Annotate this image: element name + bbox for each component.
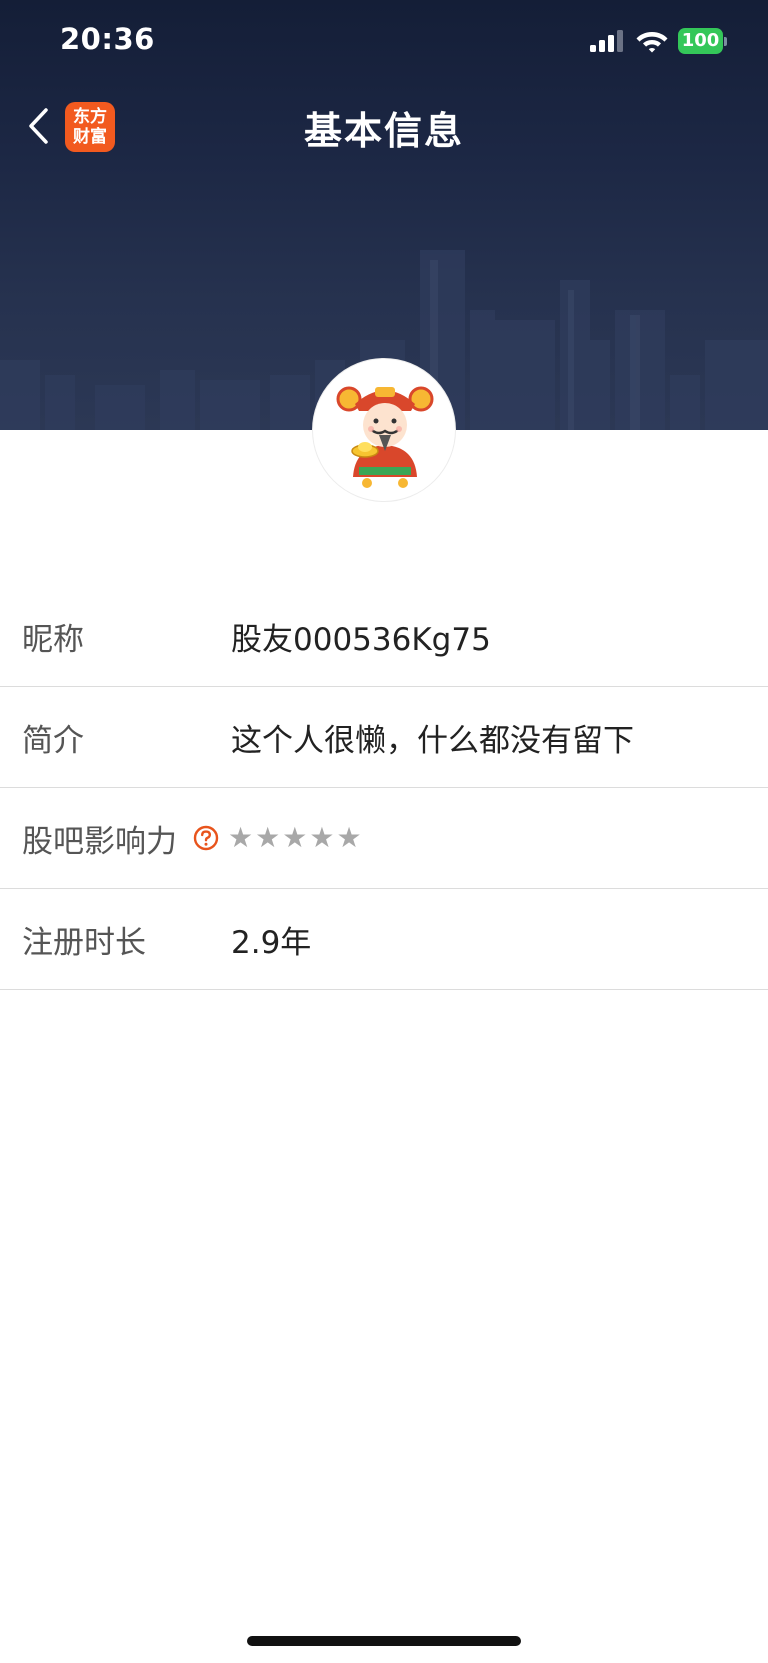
cellular-signal-icon — [590, 30, 623, 52]
status-bar: 20:36 100 — [0, 0, 768, 84]
registration-value: 2.9年 — [231, 924, 312, 961]
navigation-bar: 东方 财富 基本信息 — [0, 92, 768, 158]
info-row-influence: 股吧影响力 ★ ★ ★ ★ ★ — [0, 788, 768, 889]
influence-rating: ★ ★ ★ ★ ★ — [228, 823, 362, 853]
rating-star: ★ — [282, 821, 308, 854]
rating-star: ★ — [336, 821, 362, 854]
bio-label: 简介 — [22, 722, 84, 759]
rating-star: ★ — [255, 821, 281, 854]
profile-info-list: 昵称 股友000536Kg75 简介 这个人很懒，什么都没有留下 股吧影响力 ★… — [0, 586, 768, 990]
battery-indicator: 100 — [678, 28, 728, 54]
rating-star: ★ — [228, 821, 254, 854]
god-of-wealth-avatar-image — [336, 386, 434, 488]
nickname-value: 股友000536Kg75 — [231, 621, 491, 658]
battery-cap — [724, 37, 727, 46]
info-row-bio: 简介 这个人很懒，什么都没有留下 — [0, 687, 768, 788]
registration-label: 注册时长 — [22, 924, 146, 961]
battery-level: 100 — [678, 28, 723, 54]
bio-value: 这个人很懒，什么都没有留下 — [231, 722, 634, 759]
nickname-label: 昵称 — [22, 621, 84, 658]
status-time: 20:36 — [60, 22, 155, 56]
info-row-nickname: 昵称 股友000536Kg75 — [0, 586, 768, 687]
influence-label: 股吧影响力 — [22, 823, 177, 860]
question-circle-icon[interactable] — [193, 825, 219, 851]
rating-star: ★ — [309, 821, 335, 854]
page-title: 基本信息 — [303, 109, 464, 153]
avatar[interactable] — [312, 358, 456, 502]
wifi-icon — [636, 32, 668, 53]
info-row-registration: 注册时长 2.9年 — [0, 889, 768, 990]
home-indicator[interactable] — [247, 1636, 521, 1646]
